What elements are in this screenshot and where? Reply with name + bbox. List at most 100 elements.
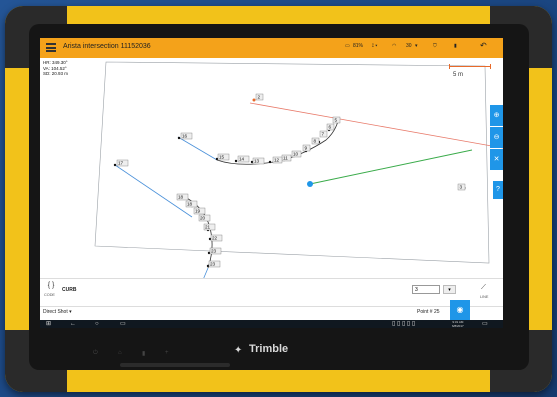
wifi-icon[interactable]: ◠ xyxy=(392,43,396,49)
point-label: 20 xyxy=(198,214,211,222)
clock[interactable]: 9:31 AM 6/8/2017 xyxy=(452,320,464,328)
measure-icon: ◉ xyxy=(456,305,464,314)
svg-text:5: 5 xyxy=(335,118,338,123)
hamburger-menu-icon[interactable] xyxy=(46,43,56,52)
app-screen: Arista intersection 11152036 ▭ 81% ⟟ ▾ ◠… xyxy=(40,38,503,328)
boundary-polygon xyxy=(94,61,490,264)
svg-text:11: 11 xyxy=(283,156,288,161)
svg-text:13: 13 xyxy=(254,159,260,164)
method-label: Direct Shot xyxy=(43,309,68,315)
code-label: CODE xyxy=(44,293,55,297)
home-icon[interactable]: ⌂ xyxy=(118,350,122,356)
svg-text:7: 7 xyxy=(322,132,325,137)
svg-text:22: 22 xyxy=(212,236,218,241)
point-label: 16 xyxy=(180,132,193,140)
zoom-out-icon: ⊖ xyxy=(493,134,500,141)
svg-text:16: 16 xyxy=(182,134,188,139)
zoom-in-button[interactable]: ⊕ xyxy=(490,105,503,126)
target-icon[interactable]: ⛉ xyxy=(433,43,437,49)
satellite-dropdown-icon[interactable]: ▾ xyxy=(415,43,418,49)
line-button[interactable]: ⟋ xyxy=(481,284,486,292)
plus-icon[interactable]: + xyxy=(165,350,169,356)
instrument-position xyxy=(307,181,313,187)
svg-text:23: 23 xyxy=(211,249,217,254)
point-label: 8 xyxy=(311,137,320,145)
point-labels: 2 3 5 6 7 8 9 10 11 12 13 14 15 16 17 18… xyxy=(116,93,466,293)
windows-start-icon[interactable]: ⊞ xyxy=(46,320,51,328)
search-icon[interactable]: ○ xyxy=(95,320,99,328)
point-label: 7 xyxy=(319,130,328,138)
svg-text:9: 9 xyxy=(305,146,308,151)
svg-text:15: 15 xyxy=(219,155,225,160)
windows-taskbar: ⊞ ← ○ ▭ ▯ ▯ ▯ ▯ ▯ 9:31 AM 6/8/2017 ▭ xyxy=(40,320,503,328)
point-label: 10 xyxy=(291,150,302,158)
point-marker xyxy=(268,160,272,164)
help-icon: ? xyxy=(496,186,500,193)
map-canvas[interactable]: 2 3 5 6 7 8 9 10 11 12 13 14 15 16 17 18… xyxy=(40,58,503,305)
keyboard-icon[interactable]: ▮ xyxy=(142,350,145,357)
task-view-icon[interactable]: ▭ xyxy=(120,320,126,328)
chevron-down-icon: ▾ xyxy=(69,309,72,315)
job-title: Arista intersection 11152036 xyxy=(63,43,151,50)
trimble-brand: Trimble xyxy=(249,343,289,355)
zoom-extents-button[interactable]: ✕ xyxy=(490,149,503,170)
speaker-grille xyxy=(120,363,230,367)
zoom-extents-icon: ✕ xyxy=(493,156,500,163)
svg-text:20: 20 xyxy=(200,216,206,221)
measure-method-select[interactable]: Direct Shot ▾ xyxy=(43,309,72,315)
point-label: 11 xyxy=(281,154,292,162)
tray-icons[interactable]: ▯ ▯ ▯ ▯ ▯ xyxy=(392,320,415,328)
map-view[interactable]: 2 3 5 6 7 8 9 10 11 12 13 14 15 16 17 18… xyxy=(40,58,503,305)
point-number-label: Point # 25 xyxy=(417,309,440,315)
undo-icon[interactable]: ↶ xyxy=(480,41,487,50)
point-marker xyxy=(177,136,181,140)
trimble-logo-icon: ✦ xyxy=(234,345,243,356)
braces-icon: { } xyxy=(47,282,55,289)
satellite-count[interactable]: 30 xyxy=(406,43,412,49)
battery-icon: ▭ xyxy=(345,43,350,49)
svg-text:23: 23 xyxy=(210,262,216,267)
measure-button[interactable]: ◉ xyxy=(450,300,470,320)
hr-readout: HR: 349.30° xyxy=(43,60,68,65)
zoom-in-icon: ⊕ xyxy=(493,112,500,119)
sd-readout: SD: 20.93 m xyxy=(43,71,69,76)
code-button[interactable]: { } xyxy=(44,282,58,289)
svg-text:6: 6 xyxy=(329,125,332,130)
blue-line-16-17 xyxy=(114,164,193,218)
scale-bar xyxy=(449,62,491,69)
point-label: 13 xyxy=(252,157,265,165)
code-value[interactable]: CURB xyxy=(62,287,76,293)
help-button[interactable]: ? xyxy=(493,181,503,199)
instrument-icon[interactable]: ⟟ ▾ xyxy=(372,43,377,49)
chevron-down-icon: ▾ xyxy=(448,287,451,293)
app-bar: Arista intersection 11152036 ▭ 81% ⟟ ▾ ◠… xyxy=(40,38,503,58)
layers-icon[interactable]: ▮ xyxy=(454,43,457,49)
point-marker xyxy=(252,98,256,102)
line-icon: ⟋ xyxy=(481,284,486,291)
point-label: 5 xyxy=(332,116,341,124)
point-label: 2 xyxy=(255,93,264,101)
battery-percent: 81% xyxy=(353,43,364,49)
point-label: 12 xyxy=(272,156,283,164)
point-label: 23 xyxy=(208,260,221,268)
power-icon[interactable]: ⏻ xyxy=(93,350,98,357)
svg-text:8: 8 xyxy=(314,139,317,144)
point-label: 14 xyxy=(237,155,250,163)
svg-text:14: 14 xyxy=(239,157,245,162)
point-number-input[interactable]: 3 xyxy=(412,285,440,294)
svg-text:2: 2 xyxy=(258,95,261,100)
point-label: 6 xyxy=(326,123,335,131)
back-icon[interactable]: ← xyxy=(70,320,76,328)
input-dropdown-button[interactable]: ▾ xyxy=(443,285,456,294)
clock-date: 6/8/2017 xyxy=(452,324,464,328)
blue-line-15-14 xyxy=(177,136,218,161)
notifications-icon[interactable]: ▭ xyxy=(482,320,488,328)
reference-line-green xyxy=(309,149,473,185)
svg-text:21: 21 xyxy=(205,225,211,230)
point-label: 3 xyxy=(457,183,466,191)
point-label: 15 xyxy=(217,153,230,161)
zoom-out-button[interactable]: ⊖ xyxy=(490,127,503,148)
point-label: 18 xyxy=(185,200,198,208)
point-label: 22 xyxy=(210,234,223,242)
reference-line-red xyxy=(249,102,503,149)
